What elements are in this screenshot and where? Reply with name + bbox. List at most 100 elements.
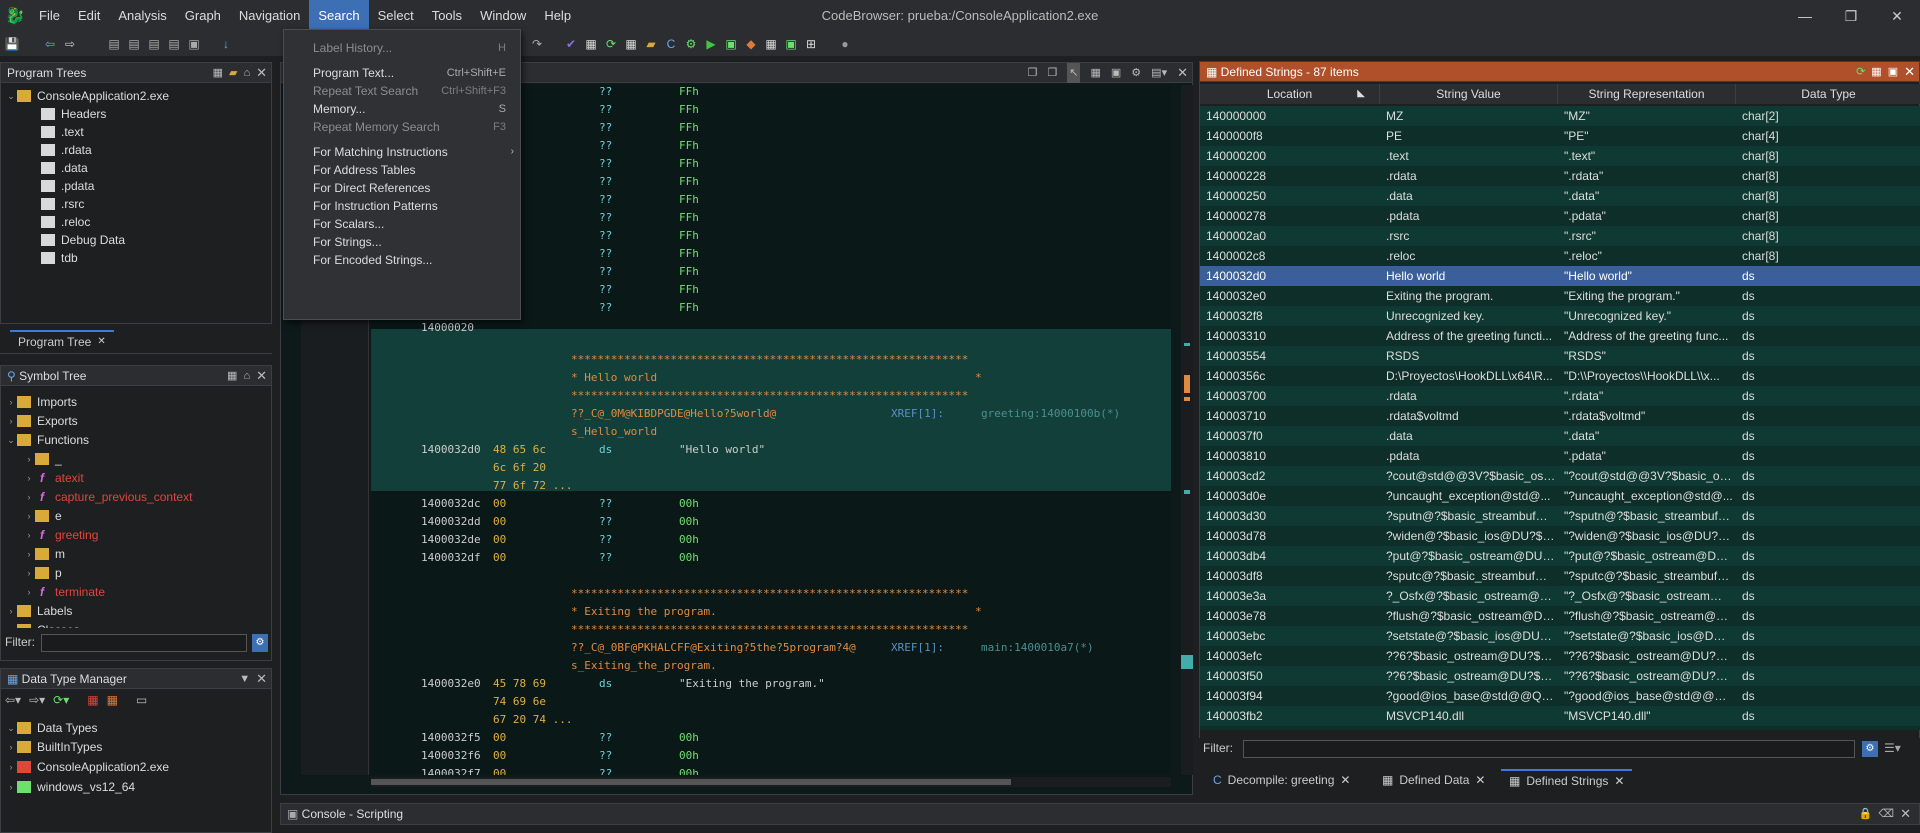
close-icon[interactable]: ✕ <box>1900 804 1911 824</box>
menu-graph[interactable]: Graph <box>176 0 230 32</box>
close-icon[interactable]: ✕ <box>1904 62 1915 82</box>
close-icon[interactable]: ✕ <box>256 669 267 689</box>
tree-item[interactable]: .rdata <box>5 141 169 159</box>
menu-file[interactable]: File <box>30 0 69 32</box>
collapse-icon[interactable]: ⌄ <box>5 87 17 105</box>
collapse-icon[interactable]: ⌄ <box>5 719 17 737</box>
lock-icon[interactable]: 🔒 <box>1859 804 1873 824</box>
expand-icon[interactable]: › <box>23 583 35 601</box>
filter-icon[interactable]: ▦ <box>87 693 98 707</box>
cursor-icon[interactable]: ↖ <box>1067 63 1081 83</box>
check-icon[interactable]: ✔ <box>563 36 579 52</box>
column-header-string-value[interactable]: String Value <box>1380 84 1558 104</box>
symbol-tree-item[interactable]: ⌄ Functions <box>5 430 260 449</box>
symbol-filter-input[interactable] <box>41 634 247 652</box>
collapse-icon[interactable]: ⌄ <box>5 431 17 449</box>
filter-options-icon[interactable]: ⚙ <box>1862 741 1878 757</box>
symbol-tree-item[interactable]: › e <box>5 506 260 525</box>
close-icon[interactable]: ✕ <box>1475 769 1485 791</box>
symbol-tree-item[interactable]: › Imports <box>5 392 260 411</box>
dtm-item[interactable]: › ConsoleApplication2.exe <box>5 757 170 777</box>
collapse-all-icon[interactable]: ▭ <box>136 693 147 707</box>
table-row[interactable]: 140003ebc ?setstate@?$basic_ios@DU?$c... "… <box>1200 626 1920 646</box>
paste-icon[interactable]: ❐ <box>1047 63 1057 83</box>
expand-icon[interactable]: › <box>23 564 35 582</box>
table-row[interactable]: 140000278 .pdata ".pdata" char[8] <box>1200 206 1920 226</box>
table-row[interactable]: 14000356c D:\Proyectos\HookDLL\x64\R... "D… <box>1200 366 1920 386</box>
expand-icon[interactable]: › <box>5 602 17 620</box>
symbol-tree-item[interactable]: › Labels <box>5 601 260 620</box>
expand-icon[interactable]: › <box>5 758 17 776</box>
close-icon[interactable]: ✕ <box>256 63 267 83</box>
table-row[interactable]: 140000250 .data ".data" char[8] <box>1200 186 1920 206</box>
menu-search[interactable]: Search <box>309 0 369 32</box>
tree-root[interactable]: ⌄ ConsoleApplication2.exe <box>5 87 169 105</box>
restore-button[interactable]: ❐ <box>1828 0 1874 32</box>
table-row[interactable]: 140003554 RSDS "RSDS" ds <box>1200 346 1920 366</box>
save-icon[interactable]: 💾 <box>4 36 20 52</box>
menu-select[interactable]: Select <box>369 0 423 32</box>
snapshot-icon[interactable]: ▦ <box>1090 63 1100 83</box>
menu-item-for-strings[interactable]: For Strings... <box>284 232 520 252</box>
menu-item-for-encoded-strings[interactable]: For Encoded Strings... <box>284 250 520 270</box>
table-row[interactable]: 1400032f8 Unrecognized key. "Unrecognized … <box>1200 306 1920 326</box>
down-arrow-icon[interactable]: ↓ <box>218 36 234 52</box>
table-row[interactable]: 1400002a0 .rsrc ".rsrc" char[8] <box>1200 226 1920 246</box>
menu-item-for-address-tables[interactable]: For Address Tables <box>284 160 520 180</box>
expand-icon[interactable]: › <box>5 778 17 796</box>
filter-array-icon[interactable]: ▦ <box>107 693 118 707</box>
expand-icon[interactable]: › <box>23 526 35 544</box>
symbol-tree-item[interactable]: › m <box>5 544 260 563</box>
expand-icon[interactable]: › <box>5 393 17 411</box>
refresh-icon[interactable]: ⟳ <box>1856 62 1865 82</box>
menu-help[interactable]: Help <box>535 0 580 32</box>
symbol-tree-item[interactable]: › f greeting <box>5 525 260 544</box>
close-icon[interactable]: ✕ <box>97 331 105 353</box>
copy-icon[interactable]: ❐ <box>1028 63 1038 83</box>
tree-icon[interactable]: ▦ <box>213 63 223 83</box>
menu-item-for-scalars[interactable]: For Scalars... <box>284 214 520 234</box>
table-row[interactable]: 140003cd2 ?cout@std@@3V?$basic_ostr... "?c… <box>1200 466 1920 486</box>
expand-icon[interactable]: › <box>23 488 35 506</box>
tree-item[interactable]: .text <box>5 123 169 141</box>
refresh-icon[interactable]: ⟳ <box>603 36 619 52</box>
refresh-icon[interactable]: ⟳▾ <box>53 693 69 707</box>
strings-filter-input[interactable] <box>1243 740 1855 758</box>
step-icon[interactable]: ▣ <box>723 36 739 52</box>
tree-item[interactable]: .data <box>5 159 169 177</box>
back-icon[interactable]: ⇦ <box>42 36 58 52</box>
close-icon[interactable]: ✕ <box>1340 769 1350 791</box>
column-header-data-type[interactable]: Data Type <box>1736 84 1920 104</box>
dtm-item[interactable]: › BuiltInTypes <box>5 737 169 757</box>
symbol-tree-item[interactable]: › f capture_previous_context <box>5 487 260 506</box>
plugin-icon[interactable]: ● <box>837 36 853 52</box>
table-row[interactable]: 140003e78 ?flush@?$basic_ostream@DU... "?f… <box>1200 606 1920 626</box>
table-row[interactable]: 140003710 .rdata$voltmd ".rdata$voltmd" ds <box>1200 406 1920 426</box>
column-header-string-representation[interactable]: String Representation <box>1558 84 1736 104</box>
clear-icon[interactable]: ⌫ <box>1879 804 1895 824</box>
symbol-tree-item[interactable]: › Exports <box>5 411 260 430</box>
horizontal-scrollbar[interactable] <box>371 777 1171 787</box>
table-row[interactable]: 1400000f8 PE "PE" char[4] <box>1200 126 1920 146</box>
minimize-button[interactable]: — <box>1782 0 1828 32</box>
table-row[interactable]: 140003db4 ?put@?$basic_ostream@DU?$... "?p… <box>1200 546 1920 566</box>
listing-overview-bar[interactable] <box>1181 85 1193 775</box>
script-icon[interactable]: ⚙ <box>683 36 699 52</box>
expand-icon[interactable]: › <box>5 738 17 756</box>
tab-decompile-greeting[interactable]: C Decompile: greeting ✕ <box>1205 769 1358 791</box>
filter-settings-icon[interactable]: ☰▾ <box>1884 741 1901 755</box>
page-icon-3[interactable]: ▤ <box>166 36 182 52</box>
table-row[interactable]: 140003efc ??6?$basic_ostream@DU?$ch... "??… <box>1200 646 1920 666</box>
tree-item[interactable]: tdb <box>5 249 169 267</box>
menu-item-repeat-text-search[interactable]: Repeat Text Search Ctrl+Shift+F3 <box>284 81 520 101</box>
dtm-root[interactable]: ⌄ Data Types <box>5 719 169 737</box>
close-icon[interactable]: ✕ <box>1177 63 1188 83</box>
run-icon[interactable]: ▶ <box>703 36 719 52</box>
table-row[interactable]: 140003e3a ?_Osfx@?$basic_ostream@DU... "?_… <box>1200 586 1920 606</box>
symbol-tree-item[interactable]: › p <box>5 563 260 582</box>
menu-arrow-icon[interactable]: ▼ <box>239 669 250 689</box>
bookmark-icon[interactable]: ▤ <box>106 36 122 52</box>
folder-open-icon[interactable]: ▰ <box>229 63 237 83</box>
home-icon[interactable]: ⌂ <box>243 63 250 83</box>
home-icon[interactable]: ⌂ <box>243 366 250 386</box>
